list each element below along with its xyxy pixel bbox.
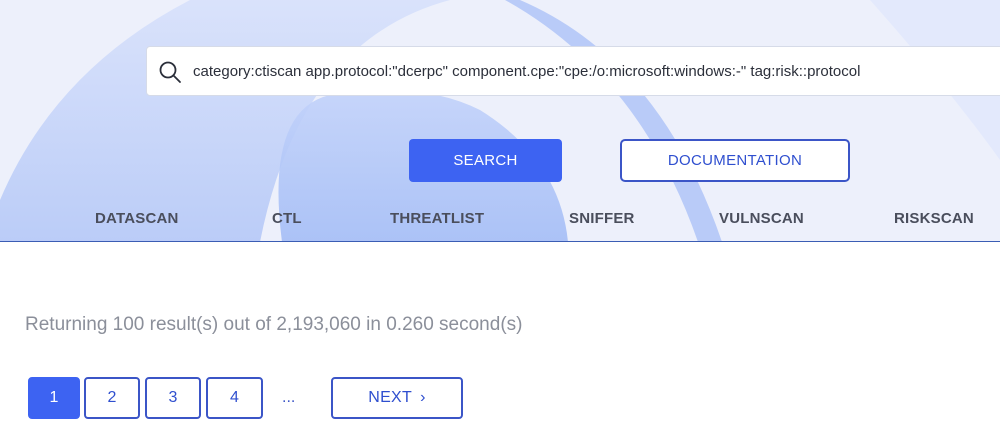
- page-button-2[interactable]: 2: [84, 377, 140, 419]
- tab-riskscan[interactable]: RISKSCAN: [894, 210, 974, 227]
- tab-sniffer[interactable]: SNIFFER: [569, 210, 635, 227]
- chevron-right-icon: ›: [420, 389, 426, 406]
- next-label: NEXT: [368, 389, 413, 406]
- search-button[interactable]: SEARCH: [409, 139, 562, 182]
- search-input[interactable]: [193, 57, 993, 85]
- tab-threatlist[interactable]: THREATLIST: [390, 210, 484, 227]
- pagination-ellipsis: ...: [282, 389, 296, 406]
- next-page-button[interactable]: NEXT ›: [331, 377, 463, 419]
- page-button-4[interactable]: 4: [206, 377, 263, 419]
- page-button-3[interactable]: 3: [145, 377, 201, 419]
- documentation-button[interactable]: DOCUMENTATION: [620, 139, 850, 182]
- search-box[interactable]: [146, 46, 1000, 96]
- tab-datascan[interactable]: DATASCAN: [95, 210, 179, 227]
- tab-vulnscan[interactable]: VULNSCAN: [719, 210, 804, 227]
- hero-header: SEARCH DOCUMENTATION DATASCAN CTL THREAT…: [0, 0, 1000, 242]
- search-icon[interactable]: [158, 60, 182, 84]
- tab-ctl[interactable]: CTL: [272, 210, 302, 227]
- page-button-1[interactable]: 1: [28, 377, 80, 419]
- results-summary: Returning 100 result(s) out of 2,193,060…: [25, 314, 523, 335]
- hero-background-shapes: [0, 0, 1000, 241]
